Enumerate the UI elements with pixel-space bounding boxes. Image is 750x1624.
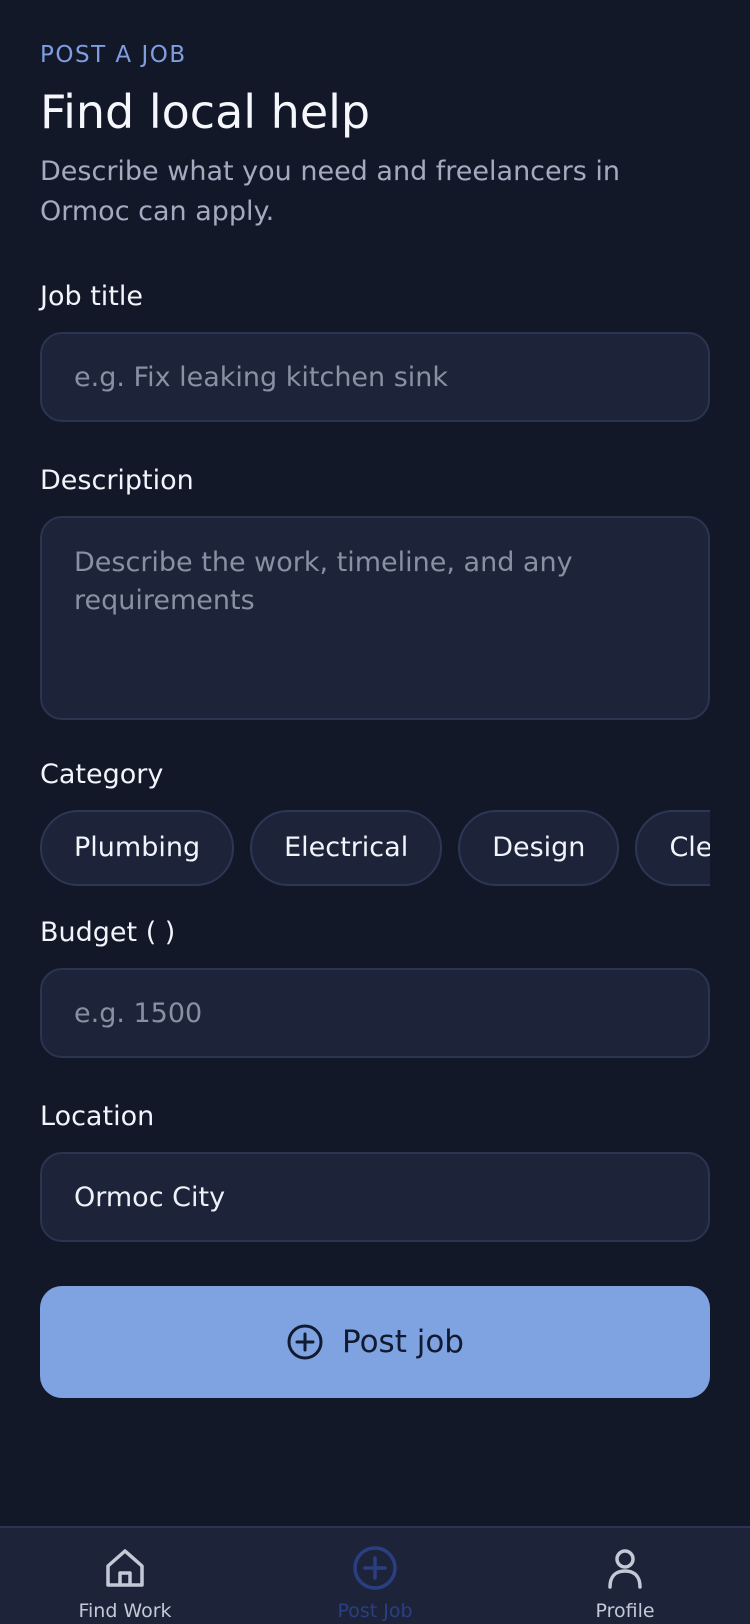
- page-subtitle: Describe what you need and freelancers i…: [40, 156, 620, 227]
- category-chip-design[interactable]: Design: [458, 810, 620, 886]
- category-chip-plumbing[interactable]: Plumbing: [40, 810, 235, 886]
- user-icon: [603, 1544, 647, 1592]
- category-chip-row[interactable]: PlumbingElectricalDesignClea: [40, 810, 710, 886]
- page-title: Find local help: [40, 85, 371, 139]
- post-job-screen: POST A JOB Find local help Describe what…: [0, 0, 750, 1624]
- nav-item-post-job[interactable]: Post Job: [250, 1528, 500, 1624]
- budget-input[interactable]: [40, 968, 710, 1058]
- location-label: Location: [40, 1101, 155, 1132]
- post-job-form: POST A JOB Find local help Describe what…: [40, 40, 710, 1242]
- plus-circle-icon: [352, 1544, 398, 1592]
- nav-item-profile[interactable]: Profile: [500, 1528, 750, 1624]
- description-textarea[interactable]: [40, 516, 710, 720]
- description-label: Description: [40, 465, 194, 496]
- category-chip-cleaning[interactable]: Clea: [635, 810, 710, 886]
- job-title-input[interactable]: [40, 332, 710, 422]
- section-eyebrow: POST A JOB: [40, 42, 187, 68]
- nav-label-profile: Profile: [595, 1600, 655, 1622]
- post-job-button[interactable]: Post job: [40, 1286, 710, 1398]
- nav-item-find-work[interactable]: Find Work: [0, 1528, 250, 1624]
- category-label: Category: [40, 759, 164, 790]
- home-icon: [103, 1544, 147, 1592]
- location-input[interactable]: [40, 1152, 710, 1242]
- job-title-label: Job title: [40, 281, 143, 312]
- nav-label-find-work: Find Work: [78, 1600, 172, 1622]
- budget-label: Budget ( ): [40, 917, 176, 948]
- plus-circle-icon: [286, 1323, 324, 1361]
- post-job-button-label: Post job: [342, 1324, 464, 1360]
- category-chip-electrical[interactable]: Electrical: [250, 810, 443, 886]
- bottom-navigation: Find Work Post Job Profile: [0, 1526, 750, 1624]
- nav-label-post-job: Post Job: [337, 1600, 413, 1622]
